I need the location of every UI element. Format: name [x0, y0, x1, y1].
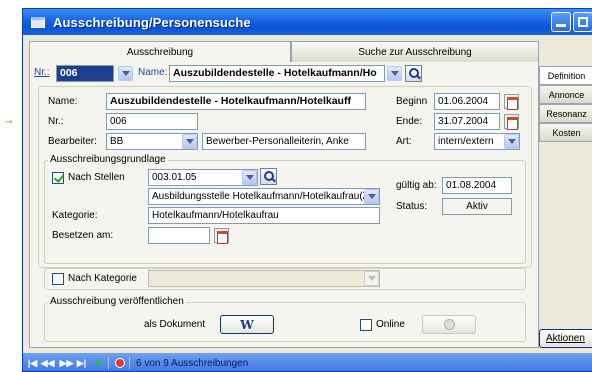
gueltig-field[interactable]: 01.08.2004 — [442, 177, 512, 194]
delete-record-icon[interactable] — [115, 358, 125, 368]
nach-kategorie-label: Nach Kategorie — [68, 273, 137, 284]
nach-kategorie-checkbox[interactable] — [52, 273, 64, 285]
stellen-name-combo[interactable]: Ausbildungsstelle Hotelkaufmann/Hotelkau… — [148, 188, 380, 205]
kategorie-label: Kategorie: — [52, 210, 98, 221]
search-icon[interactable] — [405, 65, 422, 82]
main-tabs: Ausschreibung Suche zur Ausschreibung — [29, 41, 539, 63]
aktionen-button[interactable]: Aktionen — [539, 329, 592, 348]
ende-calendar-icon[interactable] — [504, 114, 519, 130]
status-bar: |◀ ◀◀ ▶▶ ▶| ✚ 6 von 9 Ausschreibungen — [23, 353, 592, 371]
globe-icon — [443, 319, 455, 330]
dokument-button[interactable]: W — [220, 315, 274, 334]
selector-name-combo[interactable]: Auszubildendestelle - Hotelkaufmann/Ho — [169, 65, 385, 82]
next-record-icon[interactable]: ▶▶ — [60, 358, 74, 369]
add-record-icon[interactable]: ✚ — [93, 358, 104, 369]
tab-annonce[interactable]: Annonce — [539, 85, 592, 104]
status-field: Aktiv — [442, 198, 512, 215]
status-separator — [108, 357, 109, 369]
nr-field[interactable]: 006 — [106, 113, 198, 130]
ausschreibung-panel: Nr.: 006 Name: Auszubildendestelle - Hot… — [29, 62, 539, 348]
previous-record-icon[interactable]: ◀◀ — [41, 358, 55, 369]
main-window: Ausschreibung/Personensuche Ausschreibun… — [22, 8, 592, 372]
selector-nr-combo[interactable]: 006 — [56, 65, 114, 82]
ende-field[interactable]: 31.07.2004 — [434, 113, 500, 130]
grundlage-title: Ausschreibungsgrundlage — [48, 154, 168, 165]
window-title: Ausschreibung/Personensuche — [53, 14, 251, 30]
dokument-label: als Dokument — [144, 319, 206, 330]
status-label: Status: — [396, 201, 428, 212]
online-button[interactable] — [422, 315, 476, 334]
nach-stellen-checkbox[interactable] — [52, 172, 64, 184]
beginn-field[interactable]: 01.06.2004 — [434, 93, 500, 110]
stellen-name-dropdown[interactable] — [364, 189, 379, 204]
selector-nr-dropdown[interactable] — [118, 66, 133, 81]
maximize-icon — [578, 17, 588, 27]
online-checkbox[interactable] — [360, 319, 372, 331]
besetzen-label: Besetzen am: — [52, 230, 114, 241]
ende-label: Ende: — [396, 116, 423, 127]
name-label: Name: — [48, 96, 78, 107]
kategorie-dropdown[interactable] — [364, 271, 379, 286]
bearbeiter-dropdown[interactable] — [182, 134, 197, 149]
tab-definition[interactable]: Definition — [539, 66, 592, 85]
besetzen-field[interactable] — [148, 227, 210, 244]
record-count: 6 von 9 Ausschreibungen — [136, 357, 249, 369]
art-dropdown[interactable] — [504, 134, 519, 149]
kategorie-field[interactable]: Hotelkaufmann/Hotelkaufrau — [148, 207, 380, 224]
bearbeiter-name-field[interactable]: Bewerber-Personalleiterin, Anke — [202, 133, 366, 150]
word-document-icon: W — [240, 317, 254, 332]
gueltig-label: gültig ab: — [396, 180, 437, 191]
title-bar: Ausschreibung/Personensuche — [23, 9, 592, 35]
beginn-calendar-icon[interactable] — [504, 94, 519, 110]
pointer-arrow-icon: → — [2, 112, 15, 127]
art-label: Art: — [396, 136, 412, 147]
nach-stellen-label: Nach Stellen — [68, 172, 125, 183]
online-label: Online — [376, 319, 405, 330]
publish-title: Ausschreibung veröffentlichen — [48, 296, 186, 307]
selector-nr-label: Nr.: — [34, 67, 50, 78]
selector-name-dropdown[interactable] — [387, 66, 402, 81]
besetzen-calendar-icon[interactable] — [214, 228, 229, 244]
tab-kosten[interactable]: Kosten — [539, 123, 592, 142]
nr-label: Nr.: — [48, 116, 64, 127]
first-record-icon[interactable]: |◀ — [27, 358, 38, 369]
stellen-code-dropdown[interactable] — [242, 170, 257, 185]
tab-suche[interactable]: Suche zur Ausschreibung — [291, 41, 539, 63]
maximize-button[interactable] — [573, 12, 592, 32]
status-separator-2 — [129, 357, 130, 369]
stellen-search-icon[interactable] — [260, 168, 277, 185]
tab-ausschreibung[interactable]: Ausschreibung — [29, 41, 291, 63]
tab-resonanz[interactable]: Resonanz — [539, 104, 592, 123]
bearbeiter-label: Bearbeiter: — [48, 136, 97, 147]
selector-name-label: Name: — [138, 67, 168, 78]
last-record-icon[interactable]: ▶| — [76, 358, 87, 369]
window-icon — [31, 16, 45, 28]
beginn-label: Beginn — [396, 96, 428, 107]
aktionen-label: Aktionen — [546, 333, 585, 344]
name-field[interactable]: Auszubildendestelle - Hotelkaufmann/Hote… — [106, 93, 366, 110]
minimize-icon — [556, 24, 566, 27]
kategorie-combo[interactable] — [148, 270, 380, 287]
minimize-button[interactable] — [551, 12, 571, 32]
